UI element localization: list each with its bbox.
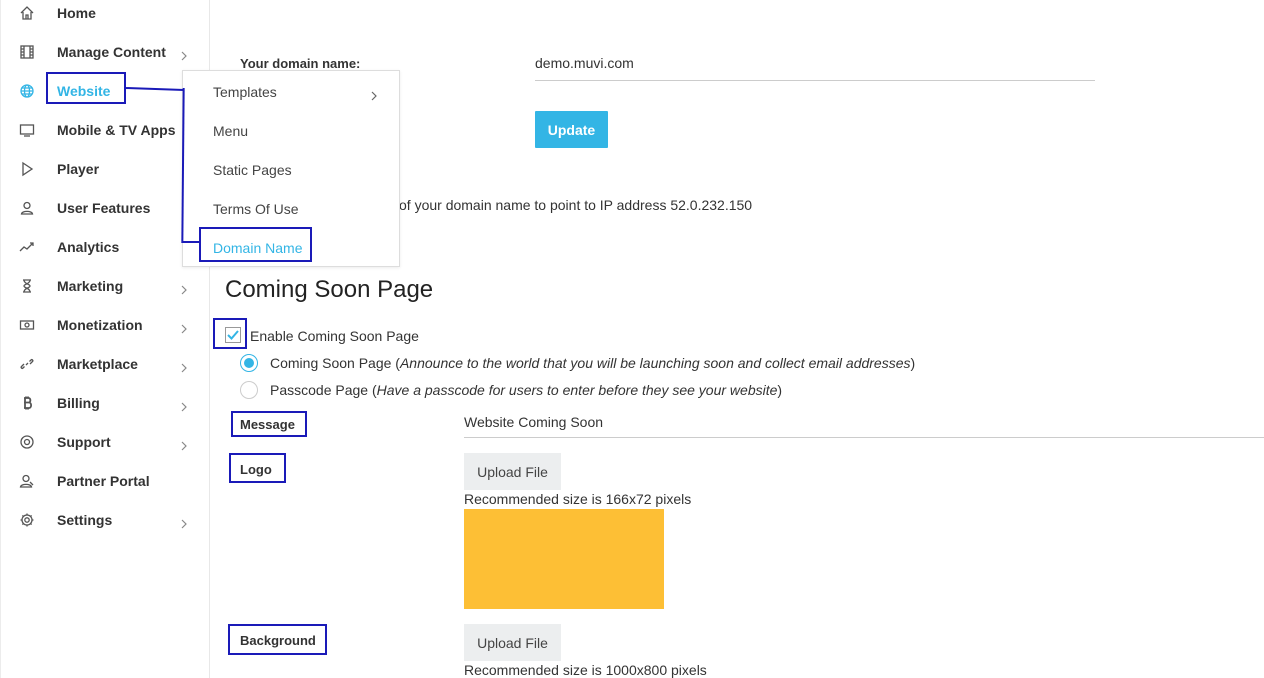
sidebar-item-analytics[interactable]: Analytics	[1, 227, 210, 266]
submenu-item-label: Templates	[213, 83, 277, 100]
domain-label: Your domain name:	[240, 56, 361, 71]
sidebar-item-label: User Features	[57, 199, 151, 216]
passcode-page-radio[interactable]	[240, 381, 258, 399]
sidebar-item-manage-content[interactable]: Manage Content	[1, 32, 210, 71]
chevron-right-icon	[369, 88, 379, 100]
home-icon	[18, 4, 36, 22]
domain-name-input[interactable]: demo.muvi.com	[535, 55, 634, 71]
annotation-box-message	[231, 411, 307, 437]
chevron-right-icon	[179, 321, 189, 333]
sidebar-item-home[interactable]: Home	[1, 0, 210, 32]
chevron-right-icon	[179, 360, 189, 372]
sidebar-item-label: Billing	[57, 394, 100, 411]
sidebar-item-label: Monetization	[57, 316, 143, 333]
play-icon	[18, 160, 36, 178]
background-size-hint: Recommended size is 1000x800 pixels	[464, 662, 707, 678]
annotation-box-domain-name	[199, 227, 312, 262]
coming-soon-page-radio[interactable]	[240, 354, 258, 372]
lifebuoy-icon	[18, 433, 36, 451]
link-icon	[18, 355, 36, 373]
annotation-box-checkbox	[213, 318, 247, 349]
dns-note: of your domain name to point to IP addre…	[399, 197, 753, 213]
chevron-right-icon	[179, 282, 189, 294]
sidebar-item-support[interactable]: Support	[1, 422, 210, 461]
sidebar-item-label: Marketplace	[57, 355, 138, 372]
annotation-connector	[182, 241, 200, 243]
logo-upload-button[interactable]: Upload File	[464, 453, 561, 490]
sidebar-item-label: Player	[57, 160, 100, 177]
submenu-item-label: Menu	[213, 122, 249, 139]
sidebar-item-settings[interactable]: Settings	[1, 500, 210, 539]
sidebar-item-label: Mobile & TV Apps	[57, 121, 176, 138]
bitcoin-icon	[18, 394, 36, 412]
submenu-item-templates[interactable]: Templates	[183, 72, 399, 111]
gear-icon	[18, 511, 36, 529]
message-input-underline	[464, 437, 1264, 438]
background-upload-button[interactable]: Upload File	[464, 624, 561, 661]
sidebar-item-label: Settings	[57, 511, 113, 528]
submenu-item-label: Terms Of Use	[213, 200, 299, 217]
sidebar-item-marketing[interactable]: Marketing	[1, 266, 210, 305]
hourglass-icon	[18, 277, 36, 295]
message-input[interactable]: Website Coming Soon	[464, 414, 603, 430]
trend-icon	[18, 238, 36, 256]
sidebar-item-partner-portal[interactable]: Partner Portal	[1, 461, 210, 500]
annotation-box-logo	[229, 453, 286, 483]
logo-size-hint: Recommended size is 166x72 pixels	[464, 491, 692, 507]
sidebar-item-label: Analytics	[57, 238, 120, 255]
passcode-option-label: Passcode Page (Have a passcode for users…	[270, 382, 783, 398]
film-icon	[18, 43, 36, 61]
logo-preview	[464, 509, 664, 609]
money-icon	[18, 316, 36, 334]
user-icon	[18, 199, 36, 217]
monitor-icon	[18, 121, 36, 139]
chevron-right-icon	[179, 516, 189, 528]
sidebar-item-label: Support	[57, 433, 111, 450]
sidebar-item-label: Partner Portal	[57, 472, 150, 489]
update-button[interactable]: Update	[535, 111, 608, 148]
globe-icon	[18, 82, 36, 100]
annotation-box-website	[46, 72, 126, 104]
submenu-item-menu[interactable]: Menu	[183, 111, 399, 150]
chevron-right-icon	[179, 438, 189, 450]
submenu-item-static-pages[interactable]: Static Pages	[183, 150, 399, 189]
sidebar-item-user-features[interactable]: User Features	[1, 188, 210, 227]
sidebar-item-marketplace[interactable]: Marketplace	[1, 344, 210, 383]
domain-input-underline	[535, 80, 1095, 81]
submenu-item-label: Static Pages	[213, 161, 292, 178]
sidebar-item-monetization[interactable]: Monetization	[1, 305, 210, 344]
sidebar-item-label: Marketing	[57, 277, 124, 294]
sidebar-item-mobile-tv-apps[interactable]: Mobile & TV Apps	[1, 110, 210, 149]
sidebar-item-label: Home	[57, 4, 96, 21]
annotation-box-background	[228, 624, 327, 655]
sidebar-item-player[interactable]: Player	[1, 149, 210, 188]
chevron-right-icon	[179, 399, 189, 411]
page-section-title: Coming Soon Page	[225, 276, 434, 303]
sidebar-item-label: Manage Content	[57, 43, 166, 60]
coming-soon-option-label: Coming Soon Page (Announce to the world …	[270, 355, 916, 371]
chevron-right-icon	[179, 48, 189, 60]
sidebar-item-billing[interactable]: Billing	[1, 383, 210, 422]
submenu-item-terms-of-use[interactable]: Terms Of Use	[183, 189, 399, 228]
enable-coming-soon-label: Enable Coming Soon Page	[250, 328, 419, 344]
partner-icon	[18, 472, 36, 490]
